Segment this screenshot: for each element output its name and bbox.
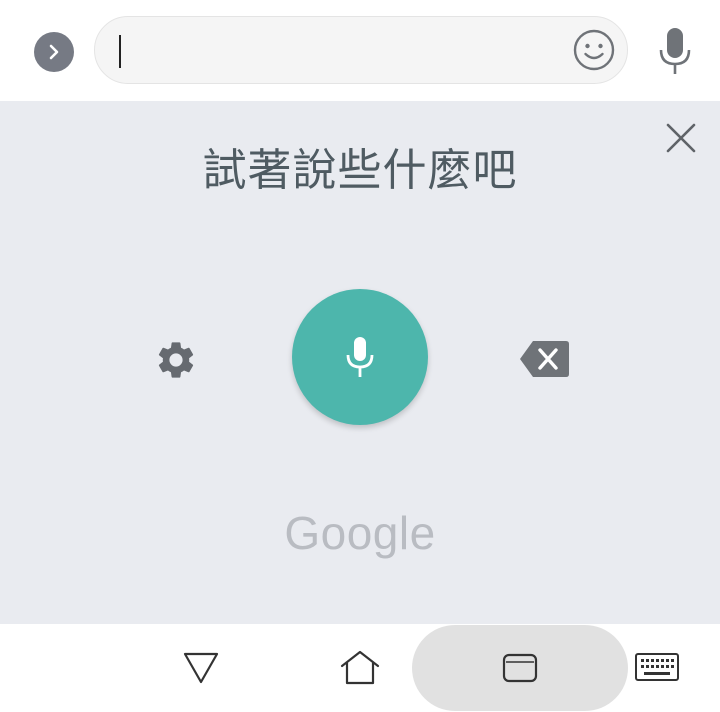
text-cursor <box>119 35 121 68</box>
navigation-bar <box>0 624 720 712</box>
emoji-button[interactable] <box>573 29 615 71</box>
delete-button[interactable] <box>519 339 571 379</box>
google-logo: Google <box>284 507 436 559</box>
back-triangle-icon <box>183 652 219 684</box>
keyboard-icon <box>635 653 679 681</box>
expand-button[interactable] <box>34 32 74 72</box>
home-icon <box>340 650 380 685</box>
microphone-icon <box>659 28 691 74</box>
recents-button-icon-wrap[interactable] <box>500 652 540 684</box>
microphone-icon <box>346 337 374 377</box>
message-input[interactable] <box>94 16 628 84</box>
voice-settings-button[interactable] <box>154 338 198 382</box>
voice-input-panel: 試著說些什麼吧 Google <box>0 101 720 624</box>
start-listening-button[interactable] <box>292 289 428 425</box>
recents-icon <box>502 653 538 683</box>
gear-icon <box>158 342 194 378</box>
back-button[interactable] <box>181 648 221 688</box>
voice-prompt: 試著說些什麼吧 <box>202 145 518 196</box>
backspace-icon <box>520 341 569 377</box>
message-input-bar <box>0 0 720 101</box>
voice-input-button[interactable] <box>655 26 695 76</box>
home-button[interactable] <box>338 648 382 688</box>
smiley-icon <box>573 29 615 71</box>
chevron-right-icon <box>49 44 59 60</box>
switch-keyboard-button[interactable] <box>634 652 680 682</box>
